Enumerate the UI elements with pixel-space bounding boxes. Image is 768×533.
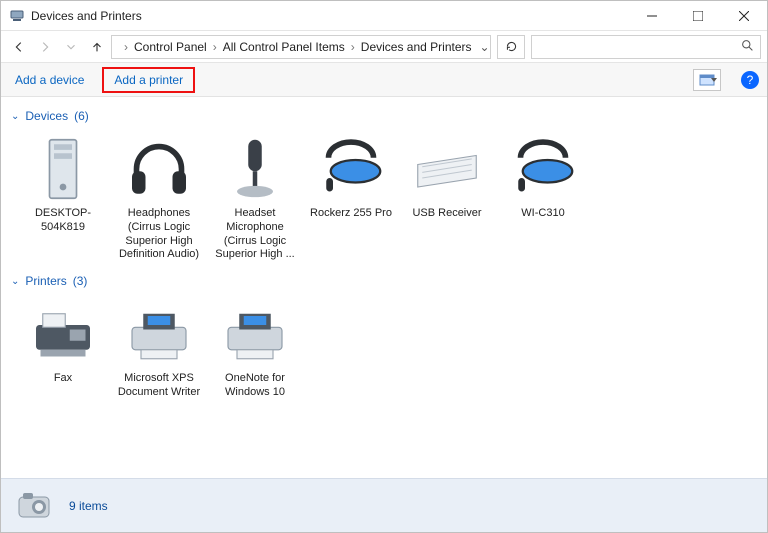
group-count: (6) [74, 109, 89, 123]
title-bar: Devices and Printers [1, 1, 767, 31]
chevron-down-icon: ⌄ [11, 111, 19, 122]
add-printer-link[interactable]: Add a printer [102, 67, 195, 93]
device-desktop[interactable]: DESKTOP-504K819 [15, 127, 111, 268]
device-label: Rockerz 255 Pro [310, 207, 392, 221]
bluetooth-headset-icon [315, 133, 387, 205]
device-label: USB Receiver [412, 207, 481, 221]
device-label: Headset Microphone (Cirrus Logic Superio… [209, 207, 301, 262]
device-wi-c310[interactable]: WI-C310 [495, 127, 591, 268]
printer-label: Microsoft XPS Document Writer [113, 372, 205, 400]
forward-button[interactable] [33, 35, 57, 59]
headphones-icon [123, 133, 195, 205]
close-button[interactable] [721, 1, 767, 31]
help-glyph: ? [747, 73, 754, 87]
group-label: Printers [25, 274, 66, 288]
desktop-tower-icon [27, 133, 99, 205]
device-headphones[interactable]: Headphones (Cirrus Logic Superior High D… [111, 127, 207, 268]
minimize-button[interactable] [629, 1, 675, 31]
device-usb-receiver[interactable]: USB Receiver [399, 127, 495, 268]
device-label: DESKTOP-504K819 [17, 207, 109, 235]
breadcrumb-sep: › [211, 40, 219, 54]
group-header-devices[interactable]: ⌄ Devices (6) [9, 103, 759, 127]
refresh-button[interactable] [497, 35, 525, 59]
nav-row: › Control Panel › All Control Panel Item… [1, 31, 767, 63]
recent-button[interactable] [59, 35, 83, 59]
microphone-icon [219, 133, 291, 205]
printer-label: Fax [54, 372, 72, 386]
printer-icon [219, 298, 291, 370]
device-label: Headphones (Cirrus Logic Superior High D… [113, 207, 205, 262]
bluetooth-headset-icon [507, 133, 579, 205]
add-device-link[interactable]: Add a device [9, 69, 90, 91]
group-header-printers[interactable]: ⌄ Printers (3) [9, 268, 759, 292]
app-icon [9, 8, 25, 24]
chevron-down-icon: ⌄ [11, 276, 19, 287]
breadcrumb-all-items[interactable]: All Control Panel Items [221, 40, 347, 54]
devices-grid: DESKTOP-504K819 Headphones (Cirrus Logic… [9, 127, 759, 268]
breadcrumb-sep: › [122, 40, 130, 54]
breadcrumb-control-panel[interactable]: Control Panel [132, 40, 209, 54]
device-label: WI-C310 [521, 207, 564, 221]
fax-icon [27, 298, 99, 370]
up-button[interactable] [85, 35, 109, 59]
search-box[interactable] [531, 35, 761, 59]
search-icon [741, 39, 754, 55]
item-count: 9 items [69, 499, 108, 513]
device-rockerz[interactable]: Rockerz 255 Pro [303, 127, 399, 268]
printers-grid: Fax Microsoft XPS Document Writer OneNot… [9, 292, 759, 406]
device-headset-mic[interactable]: Headset Microphone (Cirrus Logic Superio… [207, 127, 303, 268]
breadcrumb-devices-printers[interactable]: Devices and Printers [359, 40, 474, 54]
printer-onenote[interactable]: OneNote for Windows 10 [207, 292, 303, 406]
view-options-button[interactable] [693, 69, 721, 91]
address-bar[interactable]: › Control Panel › All Control Panel Item… [111, 35, 491, 59]
address-dropdown[interactable]: ⌄ [476, 40, 494, 54]
printer-xps[interactable]: Microsoft XPS Document Writer [111, 292, 207, 406]
printer-label: OneNote for Windows 10 [209, 372, 301, 400]
group-count: (3) [73, 274, 88, 288]
window-title: Devices and Printers [31, 9, 142, 23]
printer-icon [123, 298, 195, 370]
help-button[interactable]: ? [741, 71, 759, 89]
group-label: Devices [25, 109, 68, 123]
status-icon [15, 489, 55, 523]
back-button[interactable] [7, 35, 31, 59]
maximize-button[interactable] [675, 1, 721, 31]
content-area: ⌄ Devices (6) DESKTOP-504K819 Headphones… [1, 97, 767, 478]
status-bar: 9 items [1, 478, 767, 532]
keyboard-icon [411, 133, 483, 205]
printer-fax[interactable]: Fax [15, 292, 111, 406]
command-bar: Add a device Add a printer ? [1, 63, 767, 97]
breadcrumb-sep: › [349, 40, 357, 54]
